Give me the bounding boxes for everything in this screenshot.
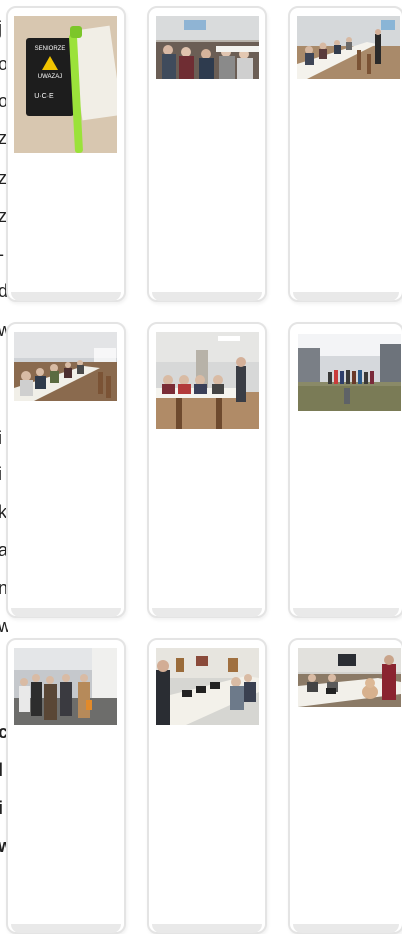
long-table-meeting-photo[interactable] xyxy=(297,16,400,79)
presenter-at-table-photo[interactable] xyxy=(156,332,259,429)
gallery-card[interactable] xyxy=(6,322,126,618)
edge-letter: i xyxy=(0,464,2,484)
gallery-card[interactable] xyxy=(147,322,267,618)
group-outdoor-photo[interactable] xyxy=(298,334,401,411)
brochure-photo[interactable]: SENIORZE UWAZAJ U·C·E xyxy=(14,16,117,153)
gallery-card[interactable]: SENIORZE UWAZAJ U·C·E xyxy=(6,6,126,302)
svg-text:SENIORZE: SENIORZE xyxy=(35,46,66,52)
seniors-at-table-photo[interactable] xyxy=(14,332,117,401)
edge-letter: i xyxy=(0,798,4,818)
edge-letter: w xyxy=(0,616,8,636)
edge-letter: j xyxy=(0,18,2,38)
edge-letter: - xyxy=(0,244,4,264)
gallery-card[interactable] xyxy=(147,638,267,934)
seniors-meeting-hall-photo[interactable] xyxy=(156,16,259,79)
edge-letter: l xyxy=(0,760,4,780)
first-aid-training-photo[interactable] xyxy=(298,648,401,707)
gallery-card[interactable] xyxy=(147,6,267,302)
gallery-card[interactable] xyxy=(288,6,402,302)
edge-letter: i xyxy=(0,428,2,448)
gallery-card[interactable] xyxy=(288,322,402,618)
group-street-photo[interactable] xyxy=(14,648,117,725)
svg-text:UWAZAJ: UWAZAJ xyxy=(38,74,62,80)
svg-text:U·C·E: U·C·E xyxy=(34,93,54,100)
gallery-card[interactable] xyxy=(288,638,402,934)
computer-workshop-photo[interactable] xyxy=(156,648,259,725)
gallery-card[interactable] xyxy=(6,638,126,934)
